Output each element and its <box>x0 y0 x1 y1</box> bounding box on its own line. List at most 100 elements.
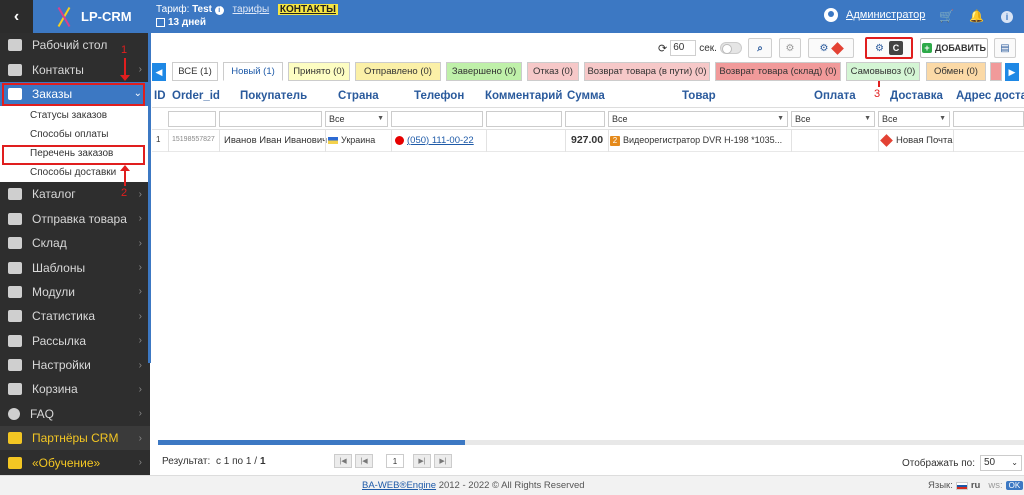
tab-return-warehouse[interactable]: Возврат товара (склад) (0) <box>715 62 841 81</box>
filter-delivery[interactable]: Все ▼ <box>878 111 950 127</box>
tab-pickup[interactable]: Самовывоз (0) <box>846 62 920 81</box>
filter-address[interactable] <box>953 111 1024 127</box>
phone-link[interactable]: (050) 111-00-22 <box>407 135 474 146</box>
filter-payment[interactable]: Все ▼ <box>791 111 875 127</box>
column-header-country[interactable]: Страна <box>338 90 379 102</box>
sidebar-item-dashboard[interactable]: Рабочий стол <box>0 33 150 57</box>
filter-comment[interactable] <box>486 111 562 127</box>
sidebar-item-label: Склад <box>32 236 67 251</box>
refresh-interval-input[interactable]: 60 <box>670 40 697 56</box>
settings-button[interactable]: ⚙ <box>779 38 801 58</box>
submenu-order-statuses[interactable]: Статусы заказов <box>0 106 150 125</box>
export-button[interactable]: ▤ <box>994 38 1016 58</box>
contacts-link[interactable]: КОНТАКТЫ <box>277 4 338 15</box>
search-button[interactable]: ⌕ <box>748 38 772 58</box>
horizontal-scrollbar[interactable] <box>158 440 1024 445</box>
refresh-icon[interactable]: ⟳ <box>658 42 667 55</box>
column-divider <box>608 130 609 152</box>
sidebar-item-education[interactable]: «Обучение» › <box>0 450 150 474</box>
sidebar-item-trash[interactable]: Корзина › <box>0 377 150 401</box>
tab-exchange[interactable]: Обмен (0) <box>926 62 986 81</box>
admin-menu[interactable]: Администратор <box>824 8 925 22</box>
sidebar-item-modules[interactable]: Модули › <box>0 280 150 304</box>
filter-country[interactable]: Все ▼ <box>325 111 388 127</box>
auto-refresh: ⟳ 60 сек. <box>658 40 742 56</box>
auto-refresh-toggle[interactable] <box>719 42 742 54</box>
tab-more[interactable] <box>990 62 1002 81</box>
copyright-bar: BA-WEB®Engine 2012 - 2022 © All Rights R… <box>0 475 1024 495</box>
tariffs-link[interactable]: тарифы <box>233 4 270 15</box>
file-icon <box>8 261 22 274</box>
chevron-right-icon: › <box>138 262 142 274</box>
copyright-link[interactable]: BA-WEB®Engine <box>362 480 436 491</box>
scrollbar-thumb[interactable] <box>158 440 465 445</box>
tab-completed[interactable]: Завершено (0) <box>446 62 522 81</box>
column-header-id[interactable]: ID <box>154 90 166 102</box>
prev-page-button[interactable]: |◀ <box>355 454 373 468</box>
sidebar-item-warehouse[interactable]: Склад › <box>0 231 150 255</box>
column-header-order-id[interactable]: Order_id <box>172 90 220 102</box>
cell-delivery: Новая Почта <box>880 134 953 147</box>
refresh-unit: сек. <box>699 42 717 54</box>
column-header-payment[interactable]: Оплата <box>814 90 856 102</box>
column-header-product[interactable]: Товар <box>682 90 716 102</box>
logo[interactable]: LP-CRM <box>33 0 150 33</box>
gear-icon: ⚙ <box>785 42 795 54</box>
quantity-badge: 2 <box>610 136 620 146</box>
language-value[interactable]: ru <box>971 480 981 491</box>
column-header-phone[interactable]: Телефон <box>414 90 464 102</box>
column-header-delivery[interactable]: Доставка <box>890 90 943 102</box>
ukrposhta-settings-button[interactable]: ⚙ C <box>865 37 913 59</box>
sidebar-item-faq[interactable]: FAQ › <box>0 402 150 426</box>
tab-new[interactable]: Новый (1) <box>223 62 283 81</box>
sidebar-item-partners[interactable]: Партнёры CRM › <box>0 426 150 451</box>
sidebar-item-settings[interactable]: Настройки › <box>0 353 150 377</box>
warehouse-icon <box>8 237 22 250</box>
filter-sum[interactable] <box>565 111 605 127</box>
tabs-scroll-left[interactable]: ◀ <box>152 63 166 81</box>
per-page-select[interactable]: 50 ⌄ <box>980 455 1022 471</box>
nova-poshta-icon <box>831 41 845 55</box>
chevron-right-icon: › <box>138 335 142 347</box>
column-header-sum[interactable]: Сумма <box>567 90 605 102</box>
tab-sent[interactable]: Отправлено (0) <box>355 62 441 81</box>
first-page-button[interactable]: |◀ <box>334 454 352 468</box>
add-order-button[interactable]: + ДОБАВИТЬ <box>920 38 988 58</box>
ws-label: ws: <box>988 480 1003 491</box>
filter-order-id[interactable] <box>168 111 216 127</box>
trash-icon <box>8 383 22 396</box>
column-header-customer[interactable]: Покупатель <box>240 90 307 102</box>
sidebar-item-templates[interactable]: Шаблоны › <box>0 255 150 279</box>
sidebar-item-catalog[interactable]: Каталог › <box>0 182 150 206</box>
info-circle-icon[interactable]: i <box>1000 9 1014 23</box>
table-row[interactable]: 1 15198557827 Иванов Иван Иванович Украи… <box>152 130 1024 152</box>
sidebar-item-statistics[interactable]: Статистика › <box>0 304 150 328</box>
filter-customer[interactable] <box>219 111 322 127</box>
admin-name[interactable]: Администратор <box>846 9 925 21</box>
bell-icon[interactable]: 🔔 <box>969 9 984 23</box>
sidebar-toggle-button[interactable]: ‹ <box>0 0 33 33</box>
chevron-down-icon: ▼ <box>777 115 784 122</box>
info-icon[interactable]: i <box>214 6 224 15</box>
filter-product[interactable]: Все ▼ <box>608 111 788 127</box>
highlight-box-order-list <box>2 145 145 165</box>
column-header-address[interactable]: Адрес доставки <box>956 90 1024 102</box>
tab-accepted[interactable]: Принято (0) <box>288 62 350 81</box>
tab-return-transit[interactable]: Возврат товара (в пути) (0) <box>584 62 710 81</box>
column-header-comment[interactable]: Комментарий <box>485 90 562 102</box>
sidebar-item-label: Модули <box>32 284 75 299</box>
sidebar-item-shipping[interactable]: Отправка товара › <box>0 207 150 231</box>
tabs-scroll-right[interactable]: ▶ <box>1005 63 1019 81</box>
submenu-payment-methods[interactable]: Способы оплаты <box>0 125 150 144</box>
page-number-input[interactable]: 1 <box>386 454 404 468</box>
sidebar-item-mailing[interactable]: Рассылка › <box>0 329 150 353</box>
tab-refused[interactable]: Отказ (0) <box>527 62 579 81</box>
last-page-button[interactable]: ▶| <box>434 454 452 468</box>
nova-poshta-settings-button[interactable]: ⚙ <box>808 38 854 58</box>
sidebar-item-label: Партнёры CRM <box>32 431 119 446</box>
cell-sum: 927.00 <box>571 134 604 146</box>
next-page-button[interactable]: ▶| <box>413 454 431 468</box>
filter-phone[interactable] <box>391 111 483 127</box>
tab-all[interactable]: ВСЕ (1) <box>172 62 218 81</box>
cart-icon[interactable]: 🛒 <box>939 9 954 23</box>
